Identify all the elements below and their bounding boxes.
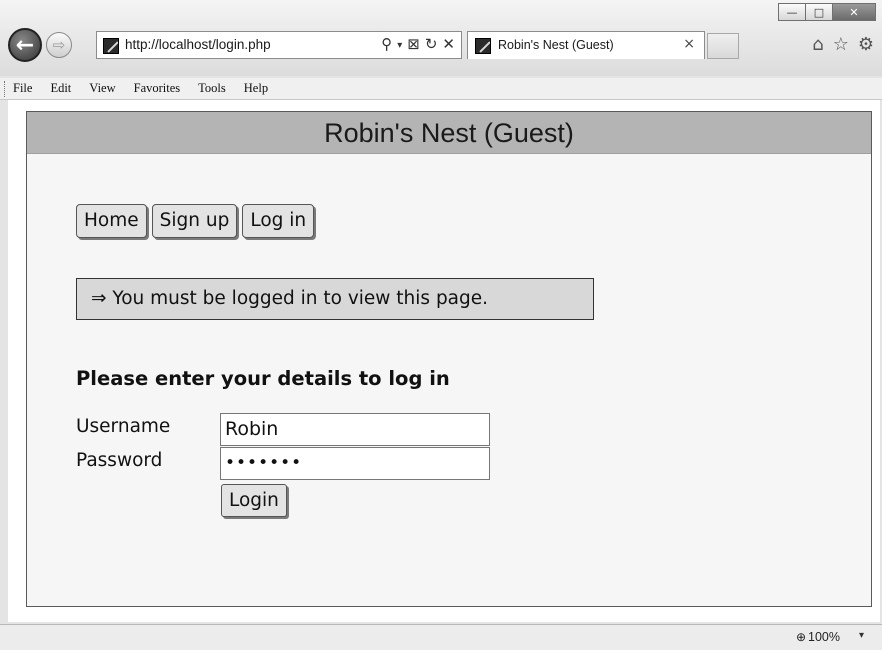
gear-icon[interactable]: ⚙ [858,34,874,55]
username-input[interactable]: Robin [220,413,490,446]
page-viewport: Robin's Nest (Guest) Home Sign up Log in… [8,100,880,622]
zoom-control[interactable]: ⊕ 100% [796,630,840,644]
menu-edit[interactable]: Edit [50,81,71,96]
username-label: Username [76,416,171,437]
login-submit-button[interactable]: Login [221,484,287,517]
address-url[interactable]: http://localhost/login.php [125,37,271,52]
address-bar[interactable]: http://localhost/login.php ⚲ ▾ ⊠ ↻ ✕ [96,31,462,59]
address-bar-actions: ⚲ ▾ ⊠ ↻ ✕ [381,35,455,57]
new-tab-button[interactable] [707,33,739,59]
back-arrow-icon: ← [15,32,35,58]
menu-file[interactable]: File [13,81,32,96]
stop-icon[interactable]: ✕ [442,35,455,57]
menu-help[interactable]: Help [244,81,268,96]
search-dropdown-icon[interactable]: ▾ [397,35,402,57]
forward-arrow-icon: ⇨ [52,36,66,54]
site-favicon-icon [103,38,119,54]
zoom-icon: ⊕ [795,630,807,644]
menu-bar: File Edit View Favorites Tools Help [0,78,882,100]
tab-favicon-icon [475,38,491,54]
login-required-notice: ⇒ You must be logged in to view this pag… [76,278,594,320]
site-nav: Home Sign up Log in [76,204,315,238]
maximize-button[interactable]: □ [805,3,833,21]
zoom-dropdown-icon[interactable]: ▾ [859,630,864,641]
close-window-button[interactable]: ✕ [832,3,876,21]
zoom-level: 100% [808,630,840,644]
minimize-button[interactable]: — [778,3,806,21]
status-bar: ⊕ 100% ▾ [0,624,882,650]
menu-favorites[interactable]: Favorites [134,81,181,96]
browser-toolbar: ⌂ ☆ ⚙ [812,34,874,55]
favorites-star-icon[interactable]: ☆ [833,34,849,55]
home-icon[interactable]: ⌂ [812,34,823,55]
site-header: Robin's Nest (Guest) [27,112,871,154]
form-heading: Please enter your details to log in [76,367,450,390]
title-bar: — □ ✕ ← ⇨ http://localhost/login.php ⚲ ▾… [0,0,882,76]
compatibility-view-icon[interactable]: ⊠ [407,35,420,57]
back-button[interactable]: ← [8,28,42,62]
tab-robins-nest[interactable]: Robin's Nest (Guest) × [467,31,705,59]
tab-title: Robin's Nest (Guest) [498,38,614,52]
nav-home-button[interactable]: Home [76,204,147,238]
tab-close-icon[interactable]: × [683,36,695,52]
nav-login-button[interactable]: Log in [242,204,315,238]
browser-window: — □ ✕ ← ⇨ http://localhost/login.php ⚲ ▾… [0,0,882,650]
window-controls: — □ ✕ [778,3,876,21]
menu-view[interactable]: View [89,81,115,96]
forward-button[interactable]: ⇨ [46,32,72,58]
password-input[interactable]: ••••••• [220,447,490,480]
nav-signup-button[interactable]: Sign up [151,204,238,238]
site-container: Robin's Nest (Guest) Home Sign up Log in… [26,111,872,607]
refresh-icon[interactable]: ↻ [425,35,438,57]
password-label: Password [76,450,163,471]
menu-grip[interactable] [4,80,7,97]
search-icon[interactable]: ⚲ [381,35,392,57]
menu-tools[interactable]: Tools [198,81,226,96]
